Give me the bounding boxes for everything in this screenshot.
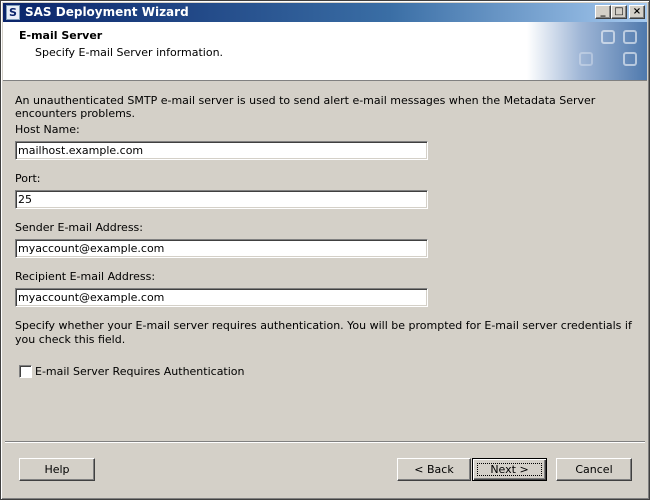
intro-text: An unauthenticated SMTP e-mail server is…	[15, 94, 596, 120]
sender-email-input[interactable]	[15, 239, 428, 258]
auth-checkbox[interactable]	[19, 365, 32, 378]
recipient-email-input[interactable]	[15, 288, 428, 307]
recipient-email-label: Recipient E-mail Address:	[15, 270, 156, 283]
sas-app-icon: S	[6, 5, 20, 20]
port-label: Port:	[15, 172, 41, 185]
auth-checkbox-label[interactable]: E-mail Server Requires Authentication	[35, 365, 245, 378]
sender-email-label: Sender E-mail Address:	[15, 221, 143, 234]
footer-divider	[5, 441, 645, 443]
back-button[interactable]: < Back	[397, 458, 471, 481]
cancel-button[interactable]: Cancel	[556, 458, 632, 481]
host-name-input[interactable]	[15, 141, 428, 160]
wizard-header: E-mail Server Specify E-mail Server info…	[3, 22, 647, 81]
focus-ring	[477, 463, 542, 476]
minimize-icon: _	[600, 6, 606, 17]
page-subtitle: Specify E-mail Server information.	[35, 46, 224, 59]
port-input[interactable]	[15, 190, 428, 209]
wizard-window: S SAS Deployment Wizard _ □ × E-mail Ser…	[0, 0, 650, 500]
auth-description: Specify whether your E-mail server requi…	[15, 319, 632, 346]
page-title: E-mail Server	[19, 29, 103, 42]
maximize-button[interactable]: □	[611, 5, 627, 19]
help-button[interactable]: Help	[19, 458, 95, 481]
header-decoration-icon	[527, 22, 647, 80]
window-title: SAS Deployment Wizard	[25, 5, 189, 19]
close-icon: ×	[632, 6, 642, 17]
maximize-icon: □	[614, 6, 624, 17]
host-name-label: Host Name:	[15, 123, 80, 136]
title-bar[interactable]: S SAS Deployment Wizard _ □ ×	[3, 3, 647, 22]
next-button[interactable]: Next >	[472, 458, 547, 481]
minimize-button[interactable]: _	[595, 5, 611, 19]
close-button[interactable]: ×	[629, 5, 645, 19]
